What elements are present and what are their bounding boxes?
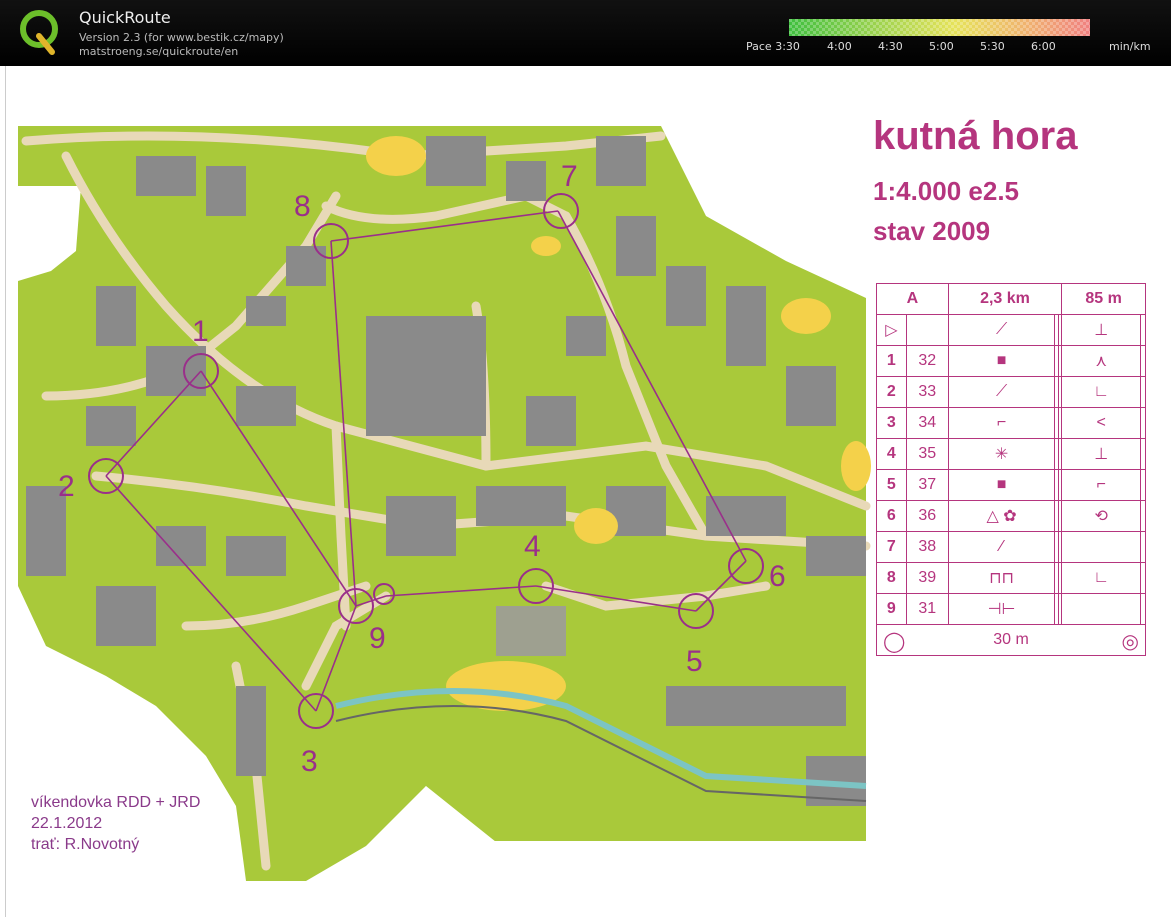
desc-header: A 2,3 km 85 m [876, 283, 1146, 315]
desc-code: 36 [905, 500, 949, 532]
pace-unit: min/km [1109, 40, 1151, 53]
map-status: stav 2009 [873, 216, 991, 246]
quickroute-logo-icon [20, 10, 58, 55]
desc-number: 7 [876, 531, 907, 563]
desc-feature-icon: ✳ [947, 438, 1056, 470]
desc-feature-icon: ■ [947, 469, 1056, 501]
desc-dir-icon [1061, 531, 1142, 563]
desc-number: 4 [876, 438, 907, 470]
start-symbol-icon: ▷ [876, 314, 907, 346]
control-label-9: 9 [369, 622, 386, 655]
desc-feature-icon: ⌐ [947, 407, 1056, 439]
desc-dir-icon [1061, 593, 1142, 625]
desc-number: 9 [876, 593, 907, 625]
pace-label-5: 5:30 [980, 40, 1005, 53]
desc-feature-icon: ⁄ [947, 531, 1056, 563]
desc-row-1: 1 32 ■ ⋏ [876, 345, 1146, 377]
course-climb: 85 m [1061, 283, 1146, 315]
control-label-2: 2 [58, 470, 75, 503]
desc-number: 1 [876, 345, 907, 377]
desc-feature-icon: △ ✿ [947, 500, 1056, 532]
desc-row-8: 8 39 ⊓⊓ ∟ [876, 562, 1146, 594]
pace-label-3: 4:30 [878, 40, 903, 53]
control-label-6: 6 [769, 560, 786, 593]
pace-label-1: Pace 3:30 [746, 40, 800, 53]
control-descriptions: A 2,3 km 85 m ▷ ⟋ ⊥ 1 32 ■ ⋏ 2 33 ⟋ ∟ 3 … [876, 283, 1146, 660]
desc-dir-icon: ⌐ [1061, 469, 1142, 501]
desc-dir-icon: ⊥ [1061, 438, 1142, 470]
finish-circle-icon: ◎ [1121, 631, 1139, 653]
app-url: matstroeng.se/quickroute/en [79, 45, 239, 58]
desc-row-7: 7 38 ⁄ [876, 531, 1146, 563]
desc-row-6: 6 36 △ ✿ ⟲ [876, 500, 1146, 532]
desc-row-start: ▷ ⟋ ⊥ [876, 314, 1146, 346]
desc-feature-icon: ⟋ [947, 376, 1056, 408]
desc-row-4: 4 35 ✳ ⊥ [876, 438, 1146, 470]
desc-code: 34 [905, 407, 949, 439]
desc-code: 38 [905, 531, 949, 563]
desc-code: 35 [905, 438, 949, 470]
desc-number: 2 [876, 376, 907, 408]
desc-row-9: 9 31 ⊣⊢ [876, 593, 1146, 625]
desc-row-5: 5 37 ■ ⌐ [876, 469, 1146, 501]
control-label-5: 5 [686, 645, 703, 678]
course-length: 2,3 km [947, 283, 1063, 315]
control-label-8: 8 [294, 190, 311, 223]
pace-color-scale [789, 19, 1090, 36]
desc-code: 39 [905, 562, 949, 594]
finish-start-icon: ◯ [883, 631, 906, 653]
desc-dir-icon: ⟲ [1061, 500, 1142, 532]
pace-label-6: 6:00 [1031, 40, 1056, 53]
desc-feature-icon: ⟋ [947, 314, 1056, 346]
desc-number: 3 [876, 407, 907, 439]
desc-row-2: 2 33 ⟋ ∟ [876, 376, 1146, 408]
app-name: QuickRoute [79, 8, 171, 27]
desc-dir-icon: ⋏ [1061, 345, 1142, 377]
pace-label-4: 5:00 [929, 40, 954, 53]
event-line-2: 22.1.2012 [31, 815, 103, 832]
desc-feature-icon: ⊓⊓ [947, 562, 1056, 594]
event-line-3: trať: R.Novotný [31, 836, 140, 853]
top-bar: QuickRoute Version 2.3 (for www.bestik.c… [0, 0, 1171, 66]
desc-number: 6 [876, 500, 907, 532]
control-label-3: 3 [301, 745, 318, 778]
desc-dir-icon: ∟ [1061, 562, 1142, 594]
desc-code: 37 [905, 469, 949, 501]
map-title: kutná hora [873, 114, 1078, 158]
desc-feature-icon: ■ [947, 345, 1056, 377]
desc-code [905, 314, 949, 346]
desc-number: 5 [876, 469, 907, 501]
control-label-4: 4 [524, 530, 541, 563]
desc-code: 31 [905, 593, 949, 625]
desc-row-3: 3 34 ⌐ < [876, 407, 1146, 439]
map-scale: 1:4.000 e2.5 [873, 176, 1020, 206]
finish-distance: 30 m [993, 631, 1029, 648]
desc-feature-icon: ⊣⊢ [947, 593, 1056, 625]
desc-code: 32 [905, 345, 949, 377]
event-info: víkendovka RDD + JRD 22.1.2012 trať: R.N… [31, 792, 200, 855]
desc-code: 33 [905, 376, 949, 408]
desc-row-finish: ◯ 30 m ◎ [876, 624, 1146, 656]
desc-number: 8 [876, 562, 907, 594]
course-name: A [876, 283, 949, 315]
pace-label-2: 4:00 [827, 40, 852, 53]
control-label-1: 1 [192, 315, 209, 348]
desc-dir-icon: < [1061, 407, 1142, 439]
control-label-7: 7 [561, 160, 578, 193]
finish-row: ◯ 30 m ◎ [876, 624, 1146, 656]
event-line-1: víkendovka RDD + JRD [31, 794, 201, 811]
app-version: Version 2.3 (for www.bestik.cz/mapy) [79, 31, 284, 44]
desc-dir-icon: ∟ [1061, 376, 1142, 408]
desc-dir-icon: ⊥ [1061, 314, 1142, 346]
